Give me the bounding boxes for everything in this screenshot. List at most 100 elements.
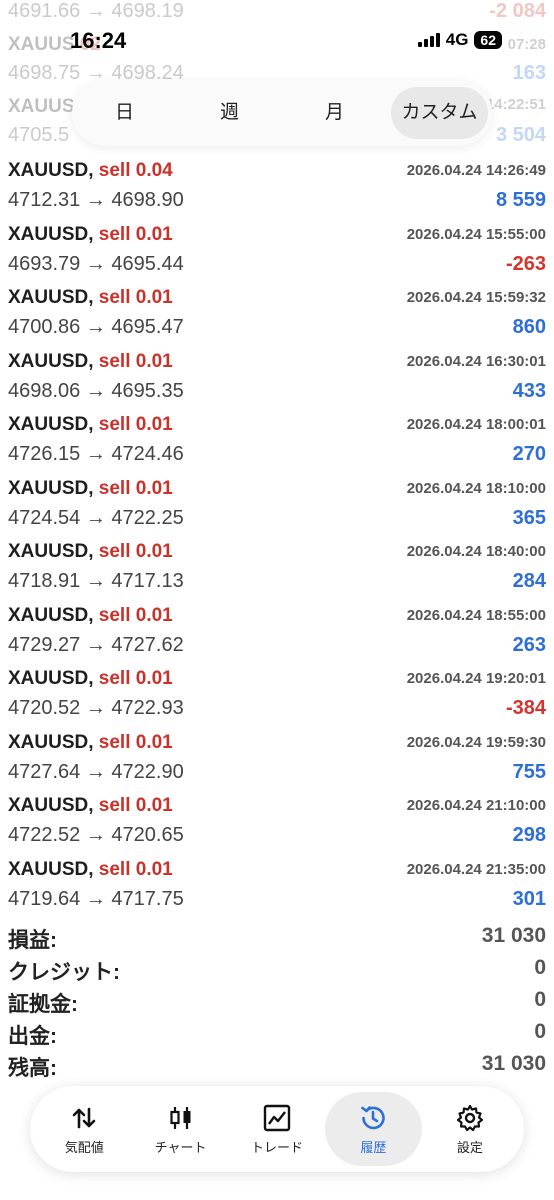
trade-profit: 755 (512, 760, 546, 783)
trade-profit: 270 (512, 443, 546, 465)
faded-date: 14:22:51 (485, 96, 546, 113)
summary-value: 0 (534, 988, 546, 1011)
trade-side: sell 0.01 (98, 795, 173, 816)
summary-row: クレジット: 0 (0, 954, 554, 986)
trade-prices: 4693.79 → 4695.44 (8, 252, 184, 275)
faded-profit: 3 504 (495, 124, 546, 146)
trade-profit: 263 (512, 633, 546, 656)
tab-quotes-label: 気配値 (64, 1139, 104, 1155)
faded-date: 07:28 (507, 36, 546, 53)
gear-icon (456, 1104, 483, 1131)
summary-row: 証拠金: 0 (0, 986, 554, 1018)
trade-row[interactable]: XAUUSD, sell 0.01 2026.04.24 18:10:00 4724… (0, 478, 554, 540)
trade-symbol: XAUUSD, sell 0.01 (8, 731, 173, 753)
summary-label: 残高: (8, 1057, 57, 1080)
signal-icon (417, 33, 440, 47)
trade-prices: 4726.15 → 4724.46 (8, 443, 184, 465)
trade-date: 2026.04.24 14:26:49 (406, 162, 546, 179)
trade-row[interactable]: XAUUSD, sell 0.01 2026.04.24 15:55:00 4693… (0, 224, 554, 286)
summary-label: クレジット: (8, 961, 120, 984)
trade-profit: 8 559 (495, 189, 546, 211)
tab-history-label: 履歴 (360, 1139, 387, 1155)
tab-day[interactable]: 日 (76, 87, 173, 139)
trade-side: sell 0.01 (98, 858, 173, 880)
trade-profit: 365 (512, 506, 546, 529)
trade-side: sell 0.01 (98, 477, 173, 499)
summary-label: 出金: (8, 1025, 57, 1048)
battery-icon: 62 (474, 31, 502, 49)
status-time: 16:24 (70, 28, 127, 53)
quotes-icon (72, 1107, 96, 1128)
trade-side: sell 0.01 (98, 350, 173, 372)
faded-prices: 4691.66 → 4698.19 (8, 0, 184, 22)
trade-date: 2026.04.24 18:00:01 (406, 416, 546, 433)
trade-profit: 298 (512, 824, 546, 846)
trade-profit: -263 (505, 252, 546, 275)
tab-week[interactable]: 週 (181, 87, 278, 139)
trade-prices: 4712.31 → 4698.90 (8, 189, 184, 211)
trade-side: sell 0.01 (98, 668, 173, 689)
trade-date: 2026.04.24 18:10:00 (406, 479, 546, 497)
trade-symbol: XAUUSD, sell 0.01 (8, 858, 173, 880)
trade-side: sell 0.01 (98, 541, 173, 562)
trade-row[interactable]: XAUUSD, sell 0.01 2026.04.24 19:59:30 4727… (0, 732, 554, 794)
trade-date: 2026.04.24 18:40:00 (406, 543, 546, 560)
tab-trade[interactable]: トレード (229, 1092, 325, 1166)
tab-trade-label: トレード (251, 1139, 304, 1155)
trade-prices: 4698.06 → 4695.35 (8, 379, 184, 402)
trade-prices: 4700.86 → 4695.47 (8, 316, 184, 338)
trade-symbol: XAUUSD, sell 0.01 (8, 414, 173, 435)
trade-row[interactable]: XAUUSD, sell 0.01 2026.04.24 18:55:00 4729… (0, 605, 554, 667)
tab-chart[interactable]: チャート (132, 1092, 228, 1166)
trade-side: sell 0.01 (98, 731, 173, 753)
trade-row[interactable]: XAUUSD, sell 0.01 2026.04.24 18:00:01 4726… (0, 414, 554, 476)
trade-prices: 4718.91 → 4717.13 (8, 570, 184, 592)
history-icon (361, 1105, 386, 1129)
summary-value: 31 030 (481, 924, 546, 947)
summary-row: 残高: 31 030 (0, 1050, 554, 1082)
summary-value: 0 (534, 1020, 546, 1043)
trade-date: 2026.04.24 21:10:00 (406, 797, 546, 814)
trade-date: 2026.04.24 19:20:01 (406, 670, 546, 687)
trade-date: 2026.04.24 15:59:32 (406, 289, 546, 306)
trade-row[interactable]: XAUUSD, sell 0.01 2026.04.24 15:59:32 4700… (0, 287, 554, 349)
summary-row: 出金: 0 (0, 1018, 554, 1050)
chart-icon (170, 1106, 191, 1129)
summary-label: 損益: (8, 929, 57, 952)
trade-icon (263, 1104, 291, 1131)
trade-profit: 284 (512, 570, 546, 592)
trade-prices: 4719.64 → 4717.75 (8, 887, 184, 910)
faded-profit: -2 084 (489, 0, 546, 22)
tab-custom[interactable]: カスタム (391, 87, 488, 139)
trade-row[interactable]: XAUUSD, sell 0.01 2026.04.24 21:10:00 4722… (0, 795, 554, 857)
trade-symbol: XAUUSD, sell 0.01 (8, 477, 173, 499)
summary-value: 0 (534, 956, 546, 979)
trade-row[interactable]: XAUUSD, sell 0.01 2026.04.24 18:40:00 4718… (0, 541, 554, 603)
trade-profit: -384 (505, 697, 546, 719)
trade-row[interactable]: XAUUSD, sell 0.01 2026.04.24 19:20:01 4720… (0, 668, 554, 730)
tab-chart-label: チャート (154, 1139, 207, 1155)
status-indicators: 4G 62 (417, 30, 502, 50)
trade-date: 2026.04.24 18:55:00 (406, 606, 546, 624)
trade-side: sell 0.01 (98, 414, 173, 435)
trade-symbol: XAUUSD, sell 0.01 (8, 604, 173, 626)
trade-profit: 860 (512, 316, 546, 338)
trade-date: 2026.04.24 21:35:00 (406, 860, 546, 878)
network-type: 4G (445, 30, 469, 49)
account-summary: 損益: 31 030 クレジット: 0 証拠金: 0 出金: 0 残高: 31 030 (0, 922, 554, 1082)
tab-quotes[interactable]: 気配値 (36, 1092, 132, 1166)
summary-row: 損益: 31 030 (0, 922, 554, 954)
bottom-tab-bar: 気配値 チャート トレード 履歴 設定 (30, 1086, 524, 1172)
trade-row[interactable]: XAUUSD, sell 0.04 2026.04.24 14:26:49 4712… (0, 160, 554, 222)
trade-row[interactable]: XAUUSD, sell 0.01 2026.04.24 16:30:01 4698… (0, 351, 554, 413)
trade-date: 2026.04.24 15:55:00 (406, 225, 546, 243)
trade-symbol: XAUUSD, sell 0.01 (8, 287, 173, 308)
trade-prices: 4727.64 → 4722.90 (8, 760, 184, 783)
tab-history[interactable]: 履歴 (325, 1092, 422, 1166)
tab-month[interactable]: 月 (286, 87, 383, 139)
tab-settings[interactable]: 設定 (422, 1092, 518, 1166)
trade-symbol: XAUUSD, sell 0.01 (8, 795, 173, 816)
trade-row[interactable]: XAUUSD, sell 0.01 2026.04.24 21:35:00 4719… (0, 859, 554, 921)
trade-symbol: XAUUSD, sell 0.01 (8, 668, 173, 689)
period-selector: 日 週 月 カスタム (72, 80, 492, 146)
